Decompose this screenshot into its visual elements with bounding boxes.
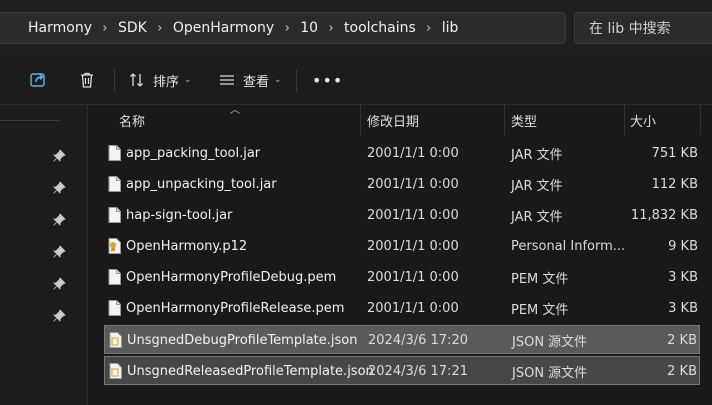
file-row[interactable]: OpenHarmonyProfileDebug.pem 2001/1/1 0:0… (104, 263, 700, 292)
chevron-down-icon: ⌄ (274, 75, 282, 85)
navigation-divider (0, 120, 60, 121)
file-date: 2001/1/1 0:00 (367, 270, 459, 285)
pin-icon[interactable] (52, 309, 66, 323)
file-date: 2024/3/6 17:20 (368, 333, 468, 348)
chevron-right-icon[interactable]: › (276, 21, 298, 36)
sort-ascending-icon: ︿ (230, 105, 240, 116)
file-size: 3 KB (668, 270, 698, 285)
breadcrumb-item-toolchains[interactable]: toolchains (342, 20, 418, 36)
file-name: app_unpacking_tool.jar (126, 177, 277, 192)
file-date: 2001/1/1 0:00 (367, 301, 459, 316)
file-type: JSON 源文件 (512, 366, 588, 381)
chevron-right-icon[interactable]: › (149, 21, 171, 36)
file-name: app_packing_tool.jar (126, 146, 261, 161)
file-icon (108, 300, 121, 316)
view-list-icon (220, 75, 234, 85)
file-row[interactable]: OpenHarmonyProfileRelease.pem 2001/1/1 0… (104, 294, 700, 323)
sort-label: 排序 (153, 74, 180, 90)
file-size: 11,832 KB (630, 208, 698, 223)
json-file-icon (109, 332, 122, 348)
sort-icon (130, 73, 143, 87)
file-icon (108, 145, 121, 161)
navigation-pane[interactable] (0, 105, 88, 405)
file-name: OpenHarmony.p12 (126, 239, 248, 254)
file-icon (108, 269, 121, 285)
file-type: JAR 文件 (511, 210, 563, 225)
search-input[interactable]: 在 lib 中搜索 (574, 12, 712, 44)
pin-icon[interactable] (52, 245, 66, 259)
column-header-date[interactable]: 修改日期 (367, 105, 419, 135)
more-options-button[interactable]: ••• (312, 66, 343, 94)
pin-icon[interactable] (52, 149, 66, 163)
chevron-right-icon[interactable]: › (320, 21, 342, 36)
file-type: JAR 文件 (511, 179, 563, 194)
file-date: 2024/3/6 17:21 (368, 364, 468, 379)
chevron-down-icon: ⌄ (184, 75, 192, 85)
file-row[interactable]: app_packing_tool.jar 2001/1/1 0:00 JAR 文… (104, 139, 700, 168)
breadcrumb-item-harmony[interactable]: Harmony (26, 20, 94, 36)
file-date: 2001/1/1 0:00 (367, 208, 459, 223)
column-divider[interactable] (504, 105, 505, 135)
file-row[interactable]: app_unpacking_tool.jar 2001/1/1 0:00 JAR… (104, 170, 700, 199)
delete-button[interactable] (77, 66, 97, 94)
view-button[interactable]: 查看 ⌄ (218, 66, 282, 94)
command-bar: 排序 ⌄ 查看 ⌄ ••• (0, 56, 712, 105)
file-size: 751 KB (651, 146, 698, 161)
column-divider[interactable] (360, 105, 361, 135)
file-type: PEM 文件 (511, 272, 569, 287)
chevron-right-icon[interactable]: › (418, 21, 440, 36)
file-name: UnsgnedReleasedProfileTemplate.json (127, 364, 374, 379)
share-button[interactable] (28, 66, 48, 94)
certificate-file-icon (108, 238, 121, 254)
file-date: 2001/1/1 0:00 (367, 146, 459, 161)
file-size: 2 KB (667, 333, 697, 348)
breadcrumb-item-sdk[interactable]: SDK (116, 20, 149, 36)
breadcrumb[interactable]: Harmony › SDK › OpenHarmony › 10 › toolc… (0, 12, 566, 44)
column-header-name[interactable]: 名称 (119, 105, 145, 135)
file-type: Personal Inform... (511, 239, 626, 254)
toolbar-divider (114, 70, 115, 92)
file-size: 112 KB (651, 177, 698, 192)
view-label: 查看 (243, 74, 270, 90)
file-size: 3 KB (668, 301, 698, 316)
json-file-icon (109, 363, 122, 379)
file-row[interactable]: hap-sign-tool.jar 2001/1/1 0:00 JAR 文件 1… (104, 201, 700, 230)
file-size: 2 KB (667, 364, 697, 379)
column-header-type[interactable]: 类型 (511, 105, 537, 135)
file-type: JAR 文件 (511, 148, 563, 163)
file-row-selected[interactable]: UnsgnedDebugProfileTemplate.json 2024/3/… (104, 325, 700, 354)
toolbar-divider (296, 70, 297, 92)
file-date: 2001/1/1 0:00 (367, 239, 459, 254)
file-icon (108, 207, 121, 223)
breadcrumb-item-openharmony[interactable]: OpenHarmony (171, 20, 276, 36)
share-icon (30, 73, 45, 87)
pin-icon[interactable] (52, 277, 66, 291)
file-size: 9 KB (668, 239, 698, 254)
breadcrumb-item-lib[interactable]: lib (440, 20, 461, 36)
trash-icon (81, 72, 93, 88)
chevron-right-icon[interactable]: › (94, 21, 116, 36)
more-icon: ••• (312, 70, 344, 90)
file-name: hap-sign-tool.jar (126, 208, 233, 223)
file-type: JSON 源文件 (512, 335, 588, 350)
file-icon (108, 176, 121, 192)
file-row[interactable]: OpenHarmony.p12 2001/1/1 0:00 Personal I… (104, 232, 700, 261)
column-divider[interactable] (700, 105, 701, 135)
file-name: OpenHarmonyProfileDebug.pem (126, 270, 337, 285)
file-type: PEM 文件 (511, 303, 569, 318)
sort-button[interactable]: 排序 ⌄ (128, 66, 192, 94)
pin-icon[interactable] (52, 213, 66, 227)
column-header-size[interactable]: 大小 (630, 105, 656, 135)
address-bar-region: Harmony › SDK › OpenHarmony › 10 › toolc… (0, 0, 712, 56)
file-row-selected[interactable]: UnsgnedReleasedProfileTemplate.json 2024… (104, 356, 700, 385)
file-date: 2001/1/1 0:00 (367, 177, 459, 192)
file-name: UnsgnedDebugProfileTemplate.json (127, 333, 358, 348)
file-name: OpenHarmonyProfileRelease.pem (126, 301, 345, 316)
file-list[interactable]: ︿ 名称 修改日期 类型 大小 app_packing_tool.jar 200… (88, 105, 712, 405)
breadcrumb-item-10[interactable]: 10 (298, 20, 320, 36)
column-divider[interactable] (624, 105, 625, 135)
pin-icon[interactable] (52, 181, 66, 195)
